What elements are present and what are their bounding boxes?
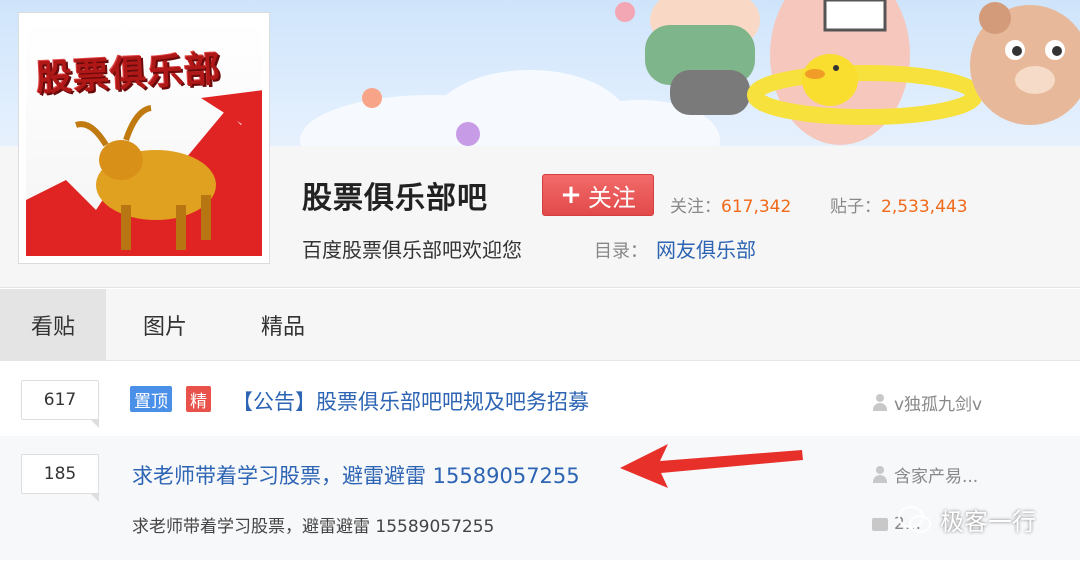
watermark-text: 极客一行 <box>940 508 1036 536</box>
followers-label: 关注： <box>670 197 721 217</box>
banner-cartoon-illustration <box>615 0 1080 145</box>
directory-label: 目录： <box>594 241 648 262</box>
featured-badge: 精 <box>186 386 211 412</box>
forum-slogan: 百度股票俱乐部吧欢迎您 <box>302 238 522 262</box>
posts-label: 贴子： <box>830 197 881 217</box>
person-icon <box>872 394 888 411</box>
person-icon <box>872 466 888 483</box>
thread-author[interactable]: 含家产易... <box>872 462 978 487</box>
pinned-badge: 置顶 <box>130 386 172 412</box>
forum-avatar[interactable]: 股票俱乐部 <box>18 12 270 264</box>
thread-row: 617 置顶 精 【公告】股票俱乐部吧吧规及吧务招募 v独孤九剑v <box>0 362 1080 436</box>
comment-icon <box>872 518 888 531</box>
author-name: 含家产易... <box>894 467 979 487</box>
followers-stat: 关注：617,342 <box>670 192 791 217</box>
wechat-icon <box>898 505 931 533</box>
arrow-annotation-icon <box>620 444 803 488</box>
thread-row: 185 求老师带着学习股票，避雷避雷 15589057255 求老师带着学习股票… <box>0 436 1080 560</box>
reply-count: 617 <box>21 380 99 428</box>
forum-tabs: 看贴 图片 精品 <box>0 289 1080 361</box>
directory-link[interactable]: 网友俱乐部 <box>656 238 756 262</box>
thread-title[interactable]: 求老师带着学习股票，避雷避雷 15589057255 <box>132 460 580 490</box>
reply-count: 185 <box>21 454 99 502</box>
forum-directory: 目录： 网友俱乐部 <box>594 234 756 263</box>
bull-logo-icon <box>26 90 262 256</box>
thread-title[interactable]: 【公告】股票俱乐部吧吧规及吧务招募 <box>232 386 589 416</box>
follow-button-label: 关注 <box>587 183 636 212</box>
thread-abstract: 求老师带着学习股票，避雷避雷 15589057255 <box>132 517 495 537</box>
followers-count: 617,342 <box>721 197 792 217</box>
tab-featured[interactable]: 精品 <box>224 289 342 361</box>
posts-count: 2,533,443 <box>881 197 968 217</box>
watermark: 极客一行 <box>898 502 1036 537</box>
author-name: v独孤九剑v <box>894 395 983 415</box>
banner-bubble <box>362 88 382 108</box>
forum-logo: 股票俱乐部 <box>26 20 262 256</box>
tab-posts[interactable]: 看贴 <box>0 289 106 361</box>
banner-bubble <box>456 122 480 146</box>
plus-icon: + <box>560 180 582 210</box>
follow-button[interactable]: + 关注 <box>542 174 654 216</box>
tab-images[interactable]: 图片 <box>106 289 224 361</box>
forum-title[interactable]: 股票俱乐部吧 <box>302 173 488 217</box>
posts-stat: 贴子：2,533,443 <box>830 192 968 217</box>
thread-author[interactable]: v独孤九剑v <box>872 390 982 415</box>
